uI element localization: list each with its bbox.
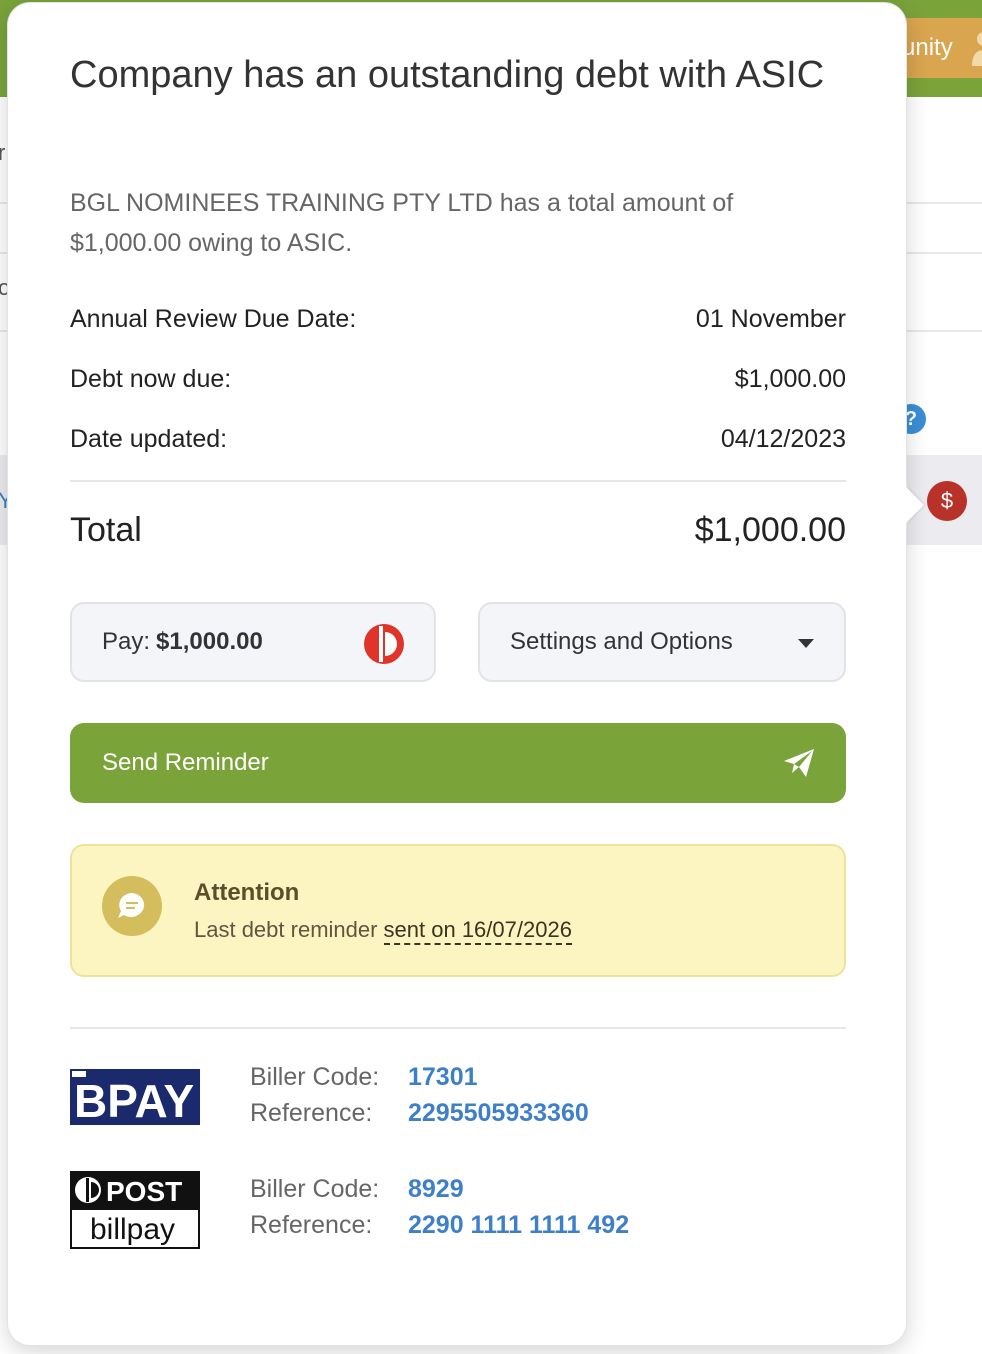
bpay-payment-method: BPAY Biller Code: Reference: 17301 22955… — [70, 1059, 846, 1149]
detail-value: $1,000.00 — [734, 365, 846, 393]
detail-label: Debt now due: — [70, 365, 232, 393]
detail-value: 01 November — [695, 305, 846, 333]
divider — [70, 1027, 846, 1029]
debt-indicator-icon[interactable]: $ — [927, 481, 967, 521]
detail-value: 04/12/2023 — [720, 425, 846, 453]
attention-message: Last debt reminder — [194, 917, 384, 942]
biller-code-label: Biller Code: — [250, 1175, 380, 1203]
attention-title: Attention — [194, 879, 300, 906]
chevron-down-icon — [798, 639, 814, 648]
paper-plane-icon — [784, 749, 814, 777]
detail-label: Date updated: — [70, 425, 228, 453]
settings-label: Settings and Options — [510, 628, 733, 655]
svg-text:BPAY: BPAY — [74, 1075, 194, 1125]
send-reminder-button[interactable]: Send Reminder — [70, 723, 846, 803]
reference-value[interactable]: 2295505933360 — [408, 1095, 589, 1131]
reference-value[interactable]: 2290 1111 1111 492 — [408, 1207, 629, 1243]
biller-code-value[interactable]: 8929 — [408, 1171, 629, 1207]
pay-prefix: Pay: — [102, 628, 151, 655]
send-reminder-label: Send Reminder — [102, 749, 269, 776]
reference-label: Reference: — [250, 1211, 373, 1239]
total-label: Total — [70, 511, 142, 549]
pay-button[interactable]: Pay: $1,000.00 — [70, 602, 436, 682]
total-row: Total $1,000.00 — [70, 511, 846, 550]
detail-row-date-updated: Date updated: 04/12/2023 — [70, 425, 846, 454]
popover-pointer — [906, 487, 924, 523]
payment-values: 17301 2295505933360 — [408, 1059, 589, 1131]
pay-amount: $1,000.00 — [156, 628, 263, 655]
background-text: r — [0, 140, 6, 165]
post-billpay-logo: POST billpay — [70, 1171, 200, 1249]
australia-post-icon — [364, 624, 404, 664]
biller-code-label: Biller Code: — [250, 1063, 380, 1091]
payment-labels: Biller Code: Reference: — [250, 1059, 379, 1131]
person-icon — [972, 32, 982, 66]
debt-popover: Company has an outstanding debt with ASI… — [8, 3, 924, 1345]
settings-options-dropdown[interactable]: Settings and Options — [478, 602, 846, 682]
popover-title: Company has an outstanding debt with ASI… — [70, 54, 825, 96]
reference-label: Reference: — [250, 1099, 373, 1127]
detail-row-due-date: Annual Review Due Date: 01 November — [70, 305, 846, 334]
biller-code-value[interactable]: 17301 — [408, 1059, 589, 1095]
total-value: $1,000.00 — [694, 511, 846, 549]
svg-text:POST: POST — [106, 1176, 182, 1207]
reminder-sent-link[interactable]: sent on 16/07/2026 — [383, 917, 572, 945]
payment-labels: Biller Code: Reference: — [250, 1171, 379, 1243]
divider — [70, 480, 846, 482]
detail-label: Annual Review Due Date: — [70, 305, 357, 333]
chat-bubble-icon — [102, 876, 162, 936]
attention-notice: Attention Last debt reminder sent on 16/… — [70, 844, 846, 977]
svg-text:billpay: billpay — [90, 1213, 175, 1246]
post-billpay-payment-method: POST billpay Biller Code: Reference: 892… — [70, 1171, 846, 1261]
bpay-logo: BPAY — [70, 1069, 200, 1125]
payment-values: 8929 2290 1111 1111 492 — [408, 1171, 629, 1243]
detail-row-debt-due: Debt now due: $1,000.00 — [70, 365, 846, 394]
debt-description: BGL NOMINEES TRAINING PTY LTD has a tota… — [70, 189, 734, 257]
attention-text: Last debt reminder sent on 16/07/2026 — [194, 917, 572, 945]
